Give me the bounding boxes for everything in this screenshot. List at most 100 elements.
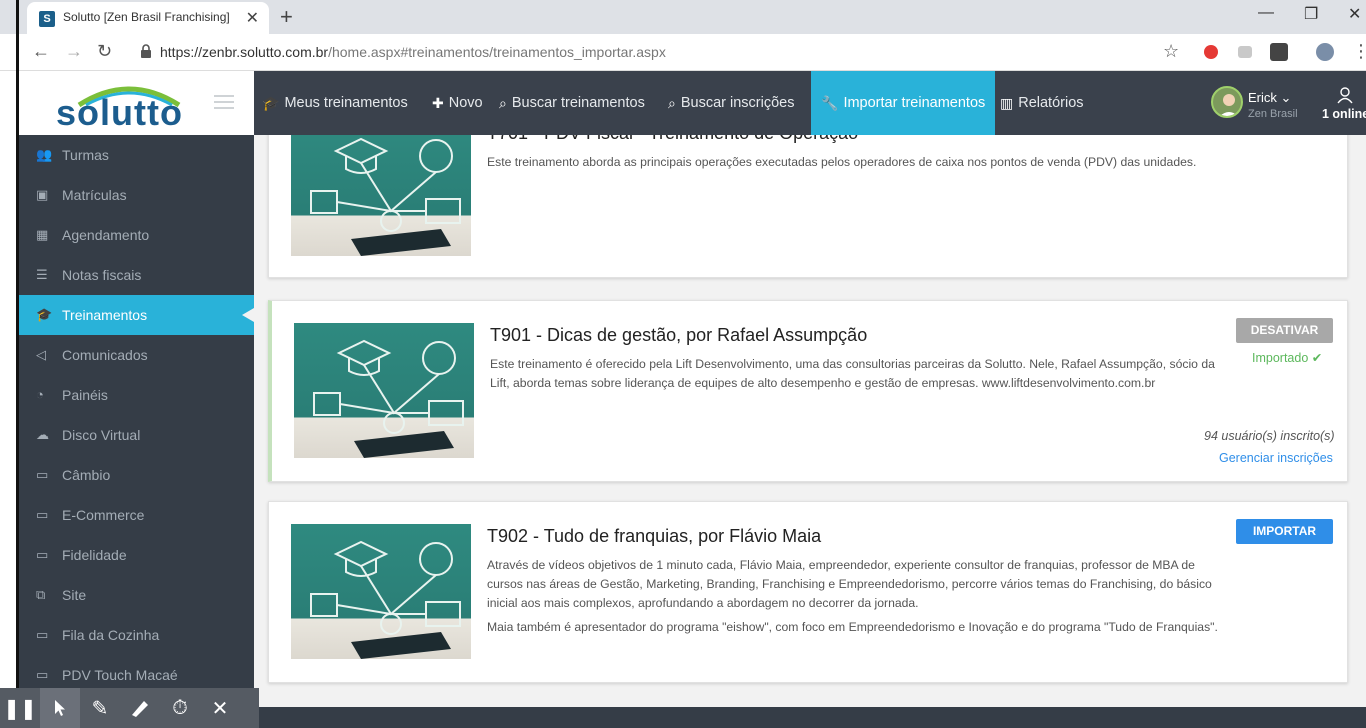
- pen-icon[interactable]: ✎: [80, 688, 120, 728]
- window-close-icon[interactable]: ✕: [1348, 4, 1361, 24]
- restore-icon[interactable]: ❐: [1304, 4, 1318, 24]
- sidebar-item-label: Matrículas: [62, 187, 127, 203]
- sidebar-item-comunicados[interactable]: ◁ Comunicados: [16, 335, 254, 375]
- sidebar-item-fila-da-cozinha[interactable]: ▭ Fila da Cozinha: [16, 615, 254, 655]
- pointer-icon[interactable]: [40, 688, 80, 728]
- topnav-relat-rios[interactable]: ▥ Relatórios: [1000, 71, 1084, 135]
- topnav-label: Novo: [448, 95, 483, 111]
- topnav-novo[interactable]: ✚ Novo: [432, 71, 483, 135]
- sidebar-item-label: Painéis: [62, 387, 108, 403]
- address-bar[interactable]: https://zenbr.solutto.com.br/home.aspx#t…: [160, 44, 666, 60]
- sidebar-item-notas-fiscais[interactable]: ☰ Notas fiscais: [16, 255, 254, 295]
- lock-icon: [141, 44, 151, 58]
- wrench-icon: 🔧: [821, 94, 839, 111]
- topnav-meus-treinamentos[interactable]: 🎓 Meus treinamentos: [262, 71, 408, 135]
- training-description: Este treinamento é oferecido pela Lift D…: [490, 357, 1215, 390]
- avatar[interactable]: [1211, 86, 1243, 118]
- forward-icon[interactable]: →: [65, 41, 83, 62]
- check-icon: ✔: [1311, 351, 1323, 365]
- topnav-buscar-treinamentos[interactable]: ⌕ Buscar treinamentos: [499, 71, 645, 135]
- pause-icon[interactable]: ❚❚: [0, 688, 40, 728]
- search-icon: ⌕: [499, 94, 507, 111]
- sitemap-icon: ⧉: [36, 587, 46, 602]
- menu-kebab-icon[interactable]: ⋮: [1352, 41, 1366, 62]
- favicon-icon: S: [39, 11, 55, 27]
- sidebar-item-label: E-Commerce: [62, 507, 145, 523]
- main-content: T701 - PDV Fiscal - Treinamento de Opera…: [254, 135, 1366, 707]
- pie-chart-icon: ◔: [36, 387, 44, 402]
- star-icon[interactable]: ☆: [1163, 41, 1179, 62]
- sidebar-menu: 👥 Turmas ▣ Matrículas ▦ Agendamento ☰ Notas fis…: [16, 135, 254, 695]
- sidebar-item-label: PDV Touch Macaé: [62, 667, 178, 683]
- deactivate-button[interactable]: DESATIVAR: [1236, 318, 1333, 343]
- tab-close-icon[interactable]: ✕: [246, 8, 259, 28]
- training-title: T701 - PDV Fiscal - Treinamento de Opera…: [487, 135, 858, 144]
- tab-title: Solutto [Zen Brasil Franchising]: [63, 10, 230, 24]
- sidebar-item-paineis[interactable]: ◔ Painéis: [16, 375, 254, 415]
- sidebar-item-label: Comunicados: [62, 347, 148, 363]
- sidebar-item-turmas[interactable]: 👥 Turmas: [16, 135, 254, 175]
- topnav-label: Meus treinamentos: [284, 95, 408, 111]
- window-icon: ▭: [36, 467, 49, 482]
- sidebar-item-treinamentos[interactable]: 🎓 Treinamentos: [16, 295, 254, 335]
- sidebar-item-label: Turmas: [62, 147, 109, 163]
- online-count: 1 online: [1322, 107, 1366, 121]
- new-tab-icon[interactable]: +: [280, 4, 293, 30]
- sidebar-item-fidelidade[interactable]: ▭ Fidelidade: [16, 535, 254, 575]
- browser-tabstrip: S Solutto [Zen Brasil Franchising] ✕ + —…: [0, 0, 1366, 34]
- calendar-icon: ▦: [36, 227, 49, 242]
- training-card: T901 - Dicas de gestão, por Rafael Assum…: [268, 300, 1348, 482]
- profile-icon[interactable]: [1316, 43, 1334, 61]
- highlighter-icon[interactable]: [120, 688, 160, 728]
- graduation-cap-icon: 🎓: [36, 307, 53, 322]
- training-thumbnail: [294, 323, 474, 458]
- training-thumbnail: [291, 135, 471, 256]
- topnav-label: Relatórios: [1018, 95, 1084, 111]
- sidebar-item-e-commerce[interactable]: ▭ E-Commerce: [16, 495, 254, 535]
- sidebar-item-label: Disco Virtual: [62, 427, 141, 443]
- extension-icon[interactable]: [1270, 43, 1288, 61]
- training-title: T901 - Dicas de gestão, por Rafael Assum…: [490, 325, 868, 345]
- topnav-label: Buscar inscrições: [680, 95, 795, 111]
- window-icon: ▭: [36, 507, 49, 522]
- back-icon[interactable]: ←: [32, 41, 50, 62]
- close-icon[interactable]: ✕: [200, 688, 240, 728]
- training-card: T902 - Tudo de franquias, por Flávio Mai…: [268, 501, 1348, 683]
- sidebar-item-cambio[interactable]: ▭ Câmbio: [16, 455, 254, 495]
- timer-icon[interactable]: ⏱: [160, 688, 200, 728]
- graduation-cap-icon: 🎓: [262, 94, 280, 111]
- extension-icon[interactable]: [1204, 45, 1218, 59]
- sidebar-item-label: Notas fiscais: [62, 267, 142, 283]
- sidebar-item-label: Fidelidade: [62, 547, 127, 563]
- browser-tab[interactable]: S Solutto [Zen Brasil Franchising] ✕: [27, 2, 269, 34]
- import-button[interactable]: IMPORTAR: [1236, 519, 1333, 544]
- topnav-importar-treinamentos[interactable]: 🔧 Importar treinamentos: [811, 71, 996, 135]
- recording-toolbar: ❚❚ ✎ ⏱ ✕: [0, 688, 259, 728]
- training-card: T701 - PDV Fiscal - Treinamento de Opera…: [268, 135, 1348, 278]
- minimize-icon[interactable]: —: [1258, 4, 1274, 22]
- sidebar-item-label: Agendamento: [62, 227, 150, 243]
- browser-toolbar: ← → ↻ https://zenbr.solutto.com.br/home.…: [0, 34, 1366, 71]
- sidebar-item-matriculas[interactable]: ▣ Matrículas: [16, 175, 254, 215]
- sidebar-item-label: Treinamentos: [62, 307, 148, 323]
- topnav-buscar-inscri-es[interactable]: ⌕ Buscar inscrições: [668, 71, 794, 135]
- logo[interactable]: solutto: [56, 92, 183, 134]
- sidebar-item-label: Fila da Cozinha: [62, 627, 160, 643]
- bar-chart-icon: ▥: [1000, 94, 1014, 111]
- online-users-icon[interactable]: [1336, 86, 1354, 104]
- user-name[interactable]: Erick ⌄: [1248, 90, 1291, 106]
- sidebar-item-disco-virtual[interactable]: ☁ Disco Virtual: [16, 415, 254, 455]
- reload-icon[interactable]: ↻: [97, 41, 112, 62]
- manage-enrollments-link[interactable]: Gerenciar inscrições: [1219, 451, 1333, 465]
- search-icon: ⌕: [668, 94, 676, 111]
- sidebar-item-site[interactable]: ⧉ Site: [16, 575, 254, 615]
- user-org: Zen Brasil: [1248, 108, 1298, 120]
- extension-icon[interactable]: [1238, 46, 1252, 58]
- window-edge: [16, 0, 19, 728]
- sidebar-item-agendamento[interactable]: ▦ Agendamento: [16, 215, 254, 255]
- imported-status: Importado ✔: [1252, 351, 1323, 365]
- training-title: T902 - Tudo de franquias, por Flávio Mai…: [487, 526, 822, 546]
- window-icon: ▭: [36, 627, 49, 642]
- hamburger-icon[interactable]: [214, 95, 234, 113]
- cloud-icon: ☁: [36, 427, 49, 442]
